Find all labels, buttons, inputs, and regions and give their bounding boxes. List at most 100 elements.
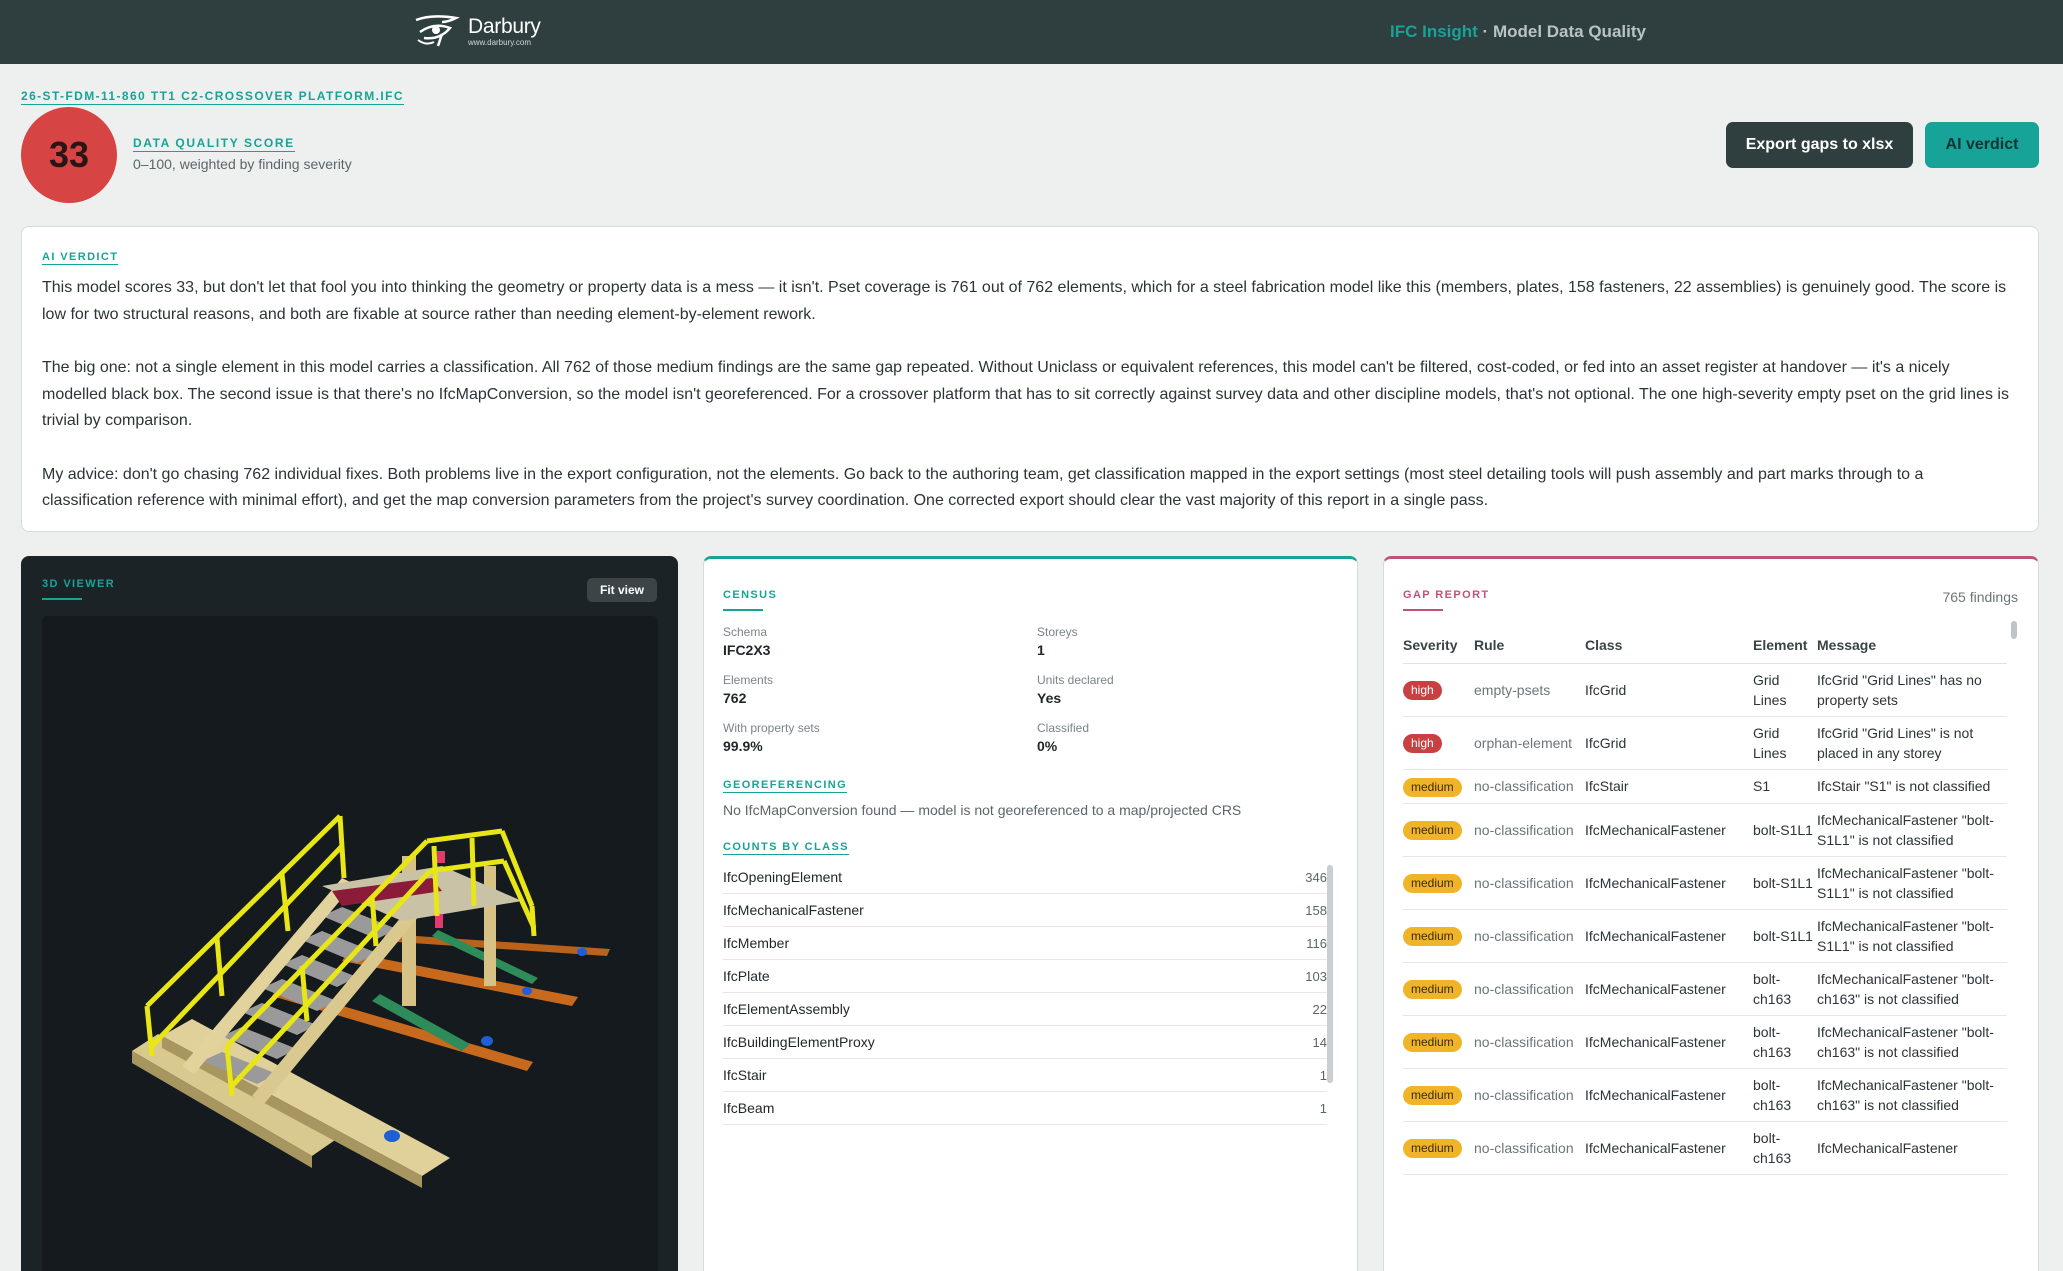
export-gaps-button[interactable]: Export gaps to xlsx (1726, 122, 1913, 168)
rule-cell: no-classification (1474, 856, 1585, 910)
gap-report-scrollbar[interactable] (2011, 621, 2017, 639)
ai-verdict-card: AI VERDICT This model scores 33, but don… (21, 226, 2039, 532)
class-name: IfcMember (723, 935, 790, 951)
class-cell: IfcGrid (1585, 663, 1753, 717)
brand-name: Darbury (468, 14, 541, 38)
rule-cell: no-classification (1474, 769, 1585, 804)
element-cell: bolt-S1L1 (1753, 803, 1817, 857)
class-count: 1 (1319, 1067, 1327, 1083)
column-header-element[interactable]: Element (1753, 627, 1817, 664)
message-cell: IfcMechanicalFastener "bolt-S1L1" is not… (1817, 803, 2007, 857)
severity-badge: high (1403, 734, 1442, 753)
stat-value: 0% (1037, 738, 1058, 754)
count-row: IfcMechanicalFastener 158 (723, 894, 1327, 927)
severity-badge: medium (1403, 1033, 1462, 1052)
eye-logo-icon (415, 15, 460, 47)
class-count: 158 (1305, 902, 1327, 918)
census-tag-wrap: CENSUS (723, 585, 777, 611)
table-row[interactable]: medium no-classification IfcStair S1 IfcStai… (1403, 769, 2007, 804)
table-row[interactable]: medium no-classification IfcMechanicalFast… (1403, 1068, 2007, 1122)
class-count: 103 (1305, 968, 1327, 984)
column-header-severity[interactable]: Severity (1403, 627, 1474, 664)
verdict-paragraph: My advice: don't go chasing 762 individu… (42, 465, 1924, 510)
gap-table: Severity Rule Class Element Message high… (1403, 627, 2007, 1175)
table-row[interactable]: medium no-classification IfcMechanicalFast… (1403, 1015, 2007, 1069)
gap-table-header: Severity Rule Class Element Message (1403, 627, 2007, 664)
ai-verdict-button[interactable]: AI verdict (1925, 122, 2039, 168)
table-row[interactable]: high orphan-element IfcGrid Grid Lines IfcGr… (1403, 716, 2007, 770)
severity-badge: high (1403, 681, 1442, 700)
fit-view-button[interactable]: Fit view (587, 578, 657, 602)
class-count: 116 (1306, 935, 1327, 951)
rule-cell: no-classification (1474, 1015, 1585, 1069)
rule-cell: orphan-element (1474, 716, 1585, 770)
stat-label: Units declared (1037, 673, 1114, 687)
census-tag-underline (723, 609, 763, 611)
counts-tag-wrap: COUNTS BY CLASS (723, 837, 849, 855)
stat-elements: Elements 762 (723, 673, 773, 706)
element-cell: bolt-S1L1 (1753, 856, 1817, 910)
class-name: IfcBuildingElementProxy (723, 1034, 875, 1050)
column-header-rule[interactable]: Rule (1474, 627, 1585, 664)
page-title: Model Data Quality (1492, 22, 1646, 41)
column-header-class[interactable]: Class (1585, 627, 1753, 664)
gap-report-tag-underline (1403, 609, 1443, 611)
rule-cell: no-classification (1474, 1121, 1585, 1175)
column-header-message[interactable]: Message (1817, 627, 2007, 664)
stair-model-render (132, 814, 610, 1188)
count-row: IfcMember 116 (723, 927, 1327, 960)
severity-badge: medium (1403, 1139, 1462, 1158)
message-cell: IfcMechanicalFastener "bolt-ch163" is no… (1817, 1015, 2007, 1069)
message-cell: IfcGrid "Grid Lines" is not placed in an… (1817, 716, 2007, 770)
stat-value: 1 (1037, 642, 1045, 658)
stat-label: Storeys (1037, 625, 1078, 639)
element-cell: Grid Lines (1753, 663, 1817, 717)
brand-logo[interactable]: Darbury www.darbury.com (412, 12, 541, 50)
class-name: IfcPlate (723, 968, 770, 984)
rule-cell: no-classification (1474, 909, 1585, 963)
class-cell: IfcStair (1585, 769, 1753, 804)
3d-viewer-panel: 3D VIEWER Fit view (21, 556, 678, 1271)
score-subtitle: 0–100, weighted by finding severity (133, 156, 352, 172)
counts-by-class-list[interactable]: IfcOpeningElement 346 IfcMechanicalFasten… (723, 861, 1327, 1125)
message-cell: IfcStair "S1" is not classified (1817, 769, 2007, 804)
severity-badge: medium (1403, 1086, 1462, 1105)
file-name: 26-ST-FDM-11-860 TT1 C2-CROSSOVER PLATFO… (21, 89, 404, 105)
stat-value: Yes (1037, 690, 1062, 706)
severity-badge: medium (1403, 821, 1462, 840)
stat-value: 99.9% (723, 738, 763, 754)
gap-report-tag-wrap: GAP REPORT (1403, 585, 1490, 611)
class-cell: IfcMechanicalFastener (1585, 856, 1753, 910)
table-row[interactable]: medium no-classification IfcMechanicalFast… (1403, 803, 2007, 857)
class-name: IfcMechanicalFastener (723, 902, 864, 918)
table-row[interactable]: medium no-classification IfcMechanicalFast… (1403, 1121, 2007, 1175)
stat-units: Units declared Yes (1037, 673, 1114, 706)
gap-report-panel: GAP REPORT 765 findings Severity Rule Cl… (1383, 556, 2039, 1271)
findings-count: 765 findings (1942, 589, 2018, 605)
georeferencing-message: No IfcMapConversion found — model is not… (723, 802, 1242, 818)
3d-viewport[interactable] (42, 616, 658, 1271)
stat-storeys: Storeys 1 (1037, 625, 1078, 658)
score-label: DATA QUALITY SCORE (133, 136, 295, 152)
counts-scrollbar[interactable] (1327, 865, 1333, 1083)
class-cell: IfcGrid (1585, 716, 1753, 770)
brand-url: www.darbury.com (468, 37, 531, 47)
severity-badge: medium (1403, 777, 1462, 797)
table-row[interactable]: medium no-classification IfcMechanicalFast… (1403, 962, 2007, 1016)
stat-label: Elements (723, 673, 774, 687)
element-cell: bolt-ch163 (1753, 1068, 1817, 1122)
message-cell: IfcMechanicalFastener "bolt-ch163" is no… (1817, 1068, 2007, 1122)
georeferencing-tag-wrap: GEOREFERENCING (723, 775, 848, 793)
3d-viewer-tag: 3D VIEWER (42, 578, 114, 600)
element-cell: S1 (1753, 769, 1817, 804)
table-row[interactable]: medium no-classification IfcMechanicalFast… (1403, 856, 2007, 910)
class-count: 22 (1312, 1001, 1327, 1017)
ai-verdict-tag: AI VERDICT (42, 251, 119, 265)
table-row[interactable]: medium no-classification IfcMechanicalFast… (1403, 909, 2007, 963)
count-row: IfcPlate 103 (723, 960, 1327, 993)
class-count: 1 (1319, 1100, 1327, 1116)
message-cell: IfcMechanicalFastener "bolt-S1L1" is not… (1817, 856, 2007, 910)
table-row[interactable]: high empty-psets IfcGrid Grid Lines IfcGrid … (1403, 663, 2007, 717)
stat-schema: Schema IFC2X3 (723, 625, 770, 658)
stat-classified: Classified 0% (1037, 721, 1089, 754)
